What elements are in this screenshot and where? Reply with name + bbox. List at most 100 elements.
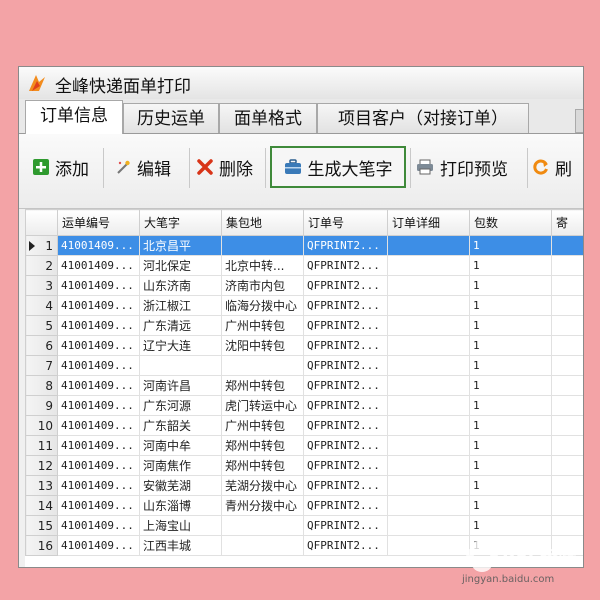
hub-cell[interactable]: 青州分拨中心 [221, 495, 304, 516]
hub-cell[interactable]: 临海分拨中心 [221, 295, 304, 316]
table-row[interactable]: 11 41001409... 河南中牟 郑州中转包 QFPRINT2... 1 [25, 435, 583, 456]
bigword-cell[interactable]: 河北保定 [139, 255, 222, 276]
waybill-cell[interactable]: 41001409... [57, 275, 140, 296]
bigword-cell[interactable]: 河南许昌 [139, 375, 222, 396]
hub-cell[interactable]: 郑州中转包 [221, 375, 304, 396]
packs-cell[interactable]: 1 [469, 355, 552, 376]
table-row[interactable]: 12 41001409... 河南焦作 郑州中转包 QFPRINT2... 1 [25, 455, 583, 476]
tab-order-info[interactable]: 订单信息 [25, 100, 123, 134]
table-row[interactable]: 4 41001409... 浙江椒江 临海分拨中心 QFPRINT2... 1 [25, 295, 583, 316]
hub-cell[interactable]: 济南市内包 [221, 275, 304, 296]
waybill-cell[interactable]: 41001409... [57, 255, 140, 276]
waybill-cell[interactable]: 41001409... [57, 395, 140, 416]
detail-cell[interactable] [387, 255, 470, 276]
packs-cell[interactable]: 1 [469, 375, 552, 396]
table-row[interactable]: 6 41001409... 辽宁大连 沈阳中转包 QFPRINT2... 1 [25, 335, 583, 356]
hub-cell[interactable] [221, 235, 304, 256]
packs-cell[interactable]: 1 [469, 455, 552, 476]
bigword-cell[interactable]: 浙江椒江 [139, 295, 222, 316]
hub-cell[interactable]: 芜湖分拨中心 [221, 475, 304, 496]
sender-cell[interactable] [551, 255, 583, 276]
row-number[interactable]: 10 [25, 415, 58, 436]
table-row[interactable]: 8 41001409... 河南许昌 郑州中转包 QFPRINT2... 1 [25, 375, 583, 396]
order-cell[interactable]: QFPRINT2... [303, 455, 388, 476]
sender-cell[interactable] [551, 475, 583, 496]
packs-cell[interactable]: 1 [469, 295, 552, 316]
waybill-cell[interactable]: 41001409... [57, 495, 140, 516]
packs-cell[interactable]: 1 [469, 515, 552, 536]
bigword-cell[interactable]: 上海宝山 [139, 515, 222, 536]
col-header-waybill[interactable]: 运单编号 [57, 209, 140, 236]
packs-cell[interactable]: 1 [469, 535, 552, 556]
row-number[interactable]: 11 [25, 435, 58, 456]
table-row[interactable]: 2 41001409... 河北保定 北京中转... QFPRINT2... 1 [25, 255, 583, 276]
sender-cell[interactable] [551, 335, 583, 356]
hub-cell[interactable]: 北京中转... [221, 255, 304, 276]
hub-cell[interactable]: 沈阳中转包 [221, 335, 304, 356]
row-number[interactable]: 5 [25, 315, 58, 336]
hub-cell[interactable] [221, 515, 304, 536]
packs-cell[interactable]: 1 [469, 495, 552, 516]
sender-cell[interactable] [551, 375, 583, 396]
hub-cell[interactable]: 广州中转包 [221, 415, 304, 436]
detail-cell[interactable] [387, 395, 470, 416]
hub-cell[interactable] [221, 355, 304, 376]
row-number[interactable]: 16 [25, 535, 58, 556]
row-number[interactable]: 12 [25, 455, 58, 476]
row-number[interactable]: 9 [25, 395, 58, 416]
order-cell[interactable]: QFPRINT2... [303, 295, 388, 316]
waybill-cell[interactable]: 41001409... [57, 315, 140, 336]
table-row[interactable]: 14 41001409... 山东淄博 青州分拨中心 QFPRINT2... 1 [25, 495, 583, 516]
detail-cell[interactable] [387, 495, 470, 516]
sender-cell[interactable] [551, 435, 583, 456]
sender-cell[interactable] [551, 495, 583, 516]
row-number[interactable]: 13 [25, 475, 58, 496]
sender-cell[interactable] [551, 235, 583, 256]
detail-cell[interactable] [387, 355, 470, 376]
detail-cell[interactable] [387, 295, 470, 316]
table-row[interactable]: 16 41001409... 江西丰城 QFPRINT2... 1 [25, 535, 583, 556]
row-number[interactable]: 4 [25, 295, 58, 316]
row-number[interactable]: 1 [25, 235, 58, 256]
bigword-cell[interactable]: 广东清远 [139, 315, 222, 336]
order-cell[interactable]: QFPRINT2... [303, 515, 388, 536]
order-cell[interactable]: QFPRINT2... [303, 255, 388, 276]
sender-cell[interactable] [551, 415, 583, 436]
order-cell[interactable]: QFPRINT2... [303, 355, 388, 376]
col-header-detail[interactable]: 订单详细 [387, 209, 470, 236]
order-cell[interactable]: QFPRINT2... [303, 435, 388, 456]
order-cell[interactable]: QFPRINT2... [303, 375, 388, 396]
table-row[interactable]: 15 41001409... 上海宝山 QFPRINT2... 1 [25, 515, 583, 536]
detail-cell[interactable] [387, 435, 470, 456]
order-cell[interactable]: QFPRINT2... [303, 235, 388, 256]
col-header-sender[interactable]: 寄 [551, 209, 583, 236]
bigword-cell[interactable]: 山东济南 [139, 275, 222, 296]
bigword-cell[interactable] [139, 355, 222, 376]
table-row[interactable]: 13 41001409... 安徽芜湖 芜湖分拨中心 QFPRINT2... 1 [25, 475, 583, 496]
table-row[interactable]: 1 41001409... 北京昌平 QFPRINT2... 1 [25, 235, 583, 256]
table-row[interactable]: 10 41001409... 广东韶关 广州中转包 QFPRINT2... 1 [25, 415, 583, 436]
bigword-cell[interactable]: 广东韶关 [139, 415, 222, 436]
waybill-cell[interactable]: 41001409... [57, 355, 140, 376]
waybill-cell[interactable]: 41001409... [57, 475, 140, 496]
bigword-cell[interactable]: 江西丰城 [139, 535, 222, 556]
order-cell[interactable]: QFPRINT2... [303, 495, 388, 516]
detail-cell[interactable] [387, 515, 470, 536]
packs-cell[interactable]: 1 [469, 475, 552, 496]
detail-cell[interactable] [387, 275, 470, 296]
order-cell[interactable]: QFPRINT2... [303, 335, 388, 356]
row-number[interactable]: 14 [25, 495, 58, 516]
order-cell[interactable]: QFPRINT2... [303, 275, 388, 296]
detail-cell[interactable] [387, 415, 470, 436]
tab-history-waybill[interactable]: 历史运单 [123, 103, 219, 133]
bigword-cell[interactable]: 安徽芜湖 [139, 475, 222, 496]
sender-cell[interactable] [551, 275, 583, 296]
bigword-cell[interactable]: 广东河源 [139, 395, 222, 416]
packs-cell[interactable]: 1 [469, 335, 552, 356]
packs-cell[interactable]: 1 [469, 255, 552, 276]
tab-waybill-format[interactable]: 面单格式 [219, 103, 317, 133]
col-header-bigword[interactable]: 大笔字 [139, 209, 222, 236]
edit-button[interactable]: 编辑 [115, 152, 171, 182]
table-row[interactable]: 5 41001409... 广东清远 广州中转包 QFPRINT2... 1 [25, 315, 583, 336]
waybill-cell[interactable]: 41001409... [57, 335, 140, 356]
